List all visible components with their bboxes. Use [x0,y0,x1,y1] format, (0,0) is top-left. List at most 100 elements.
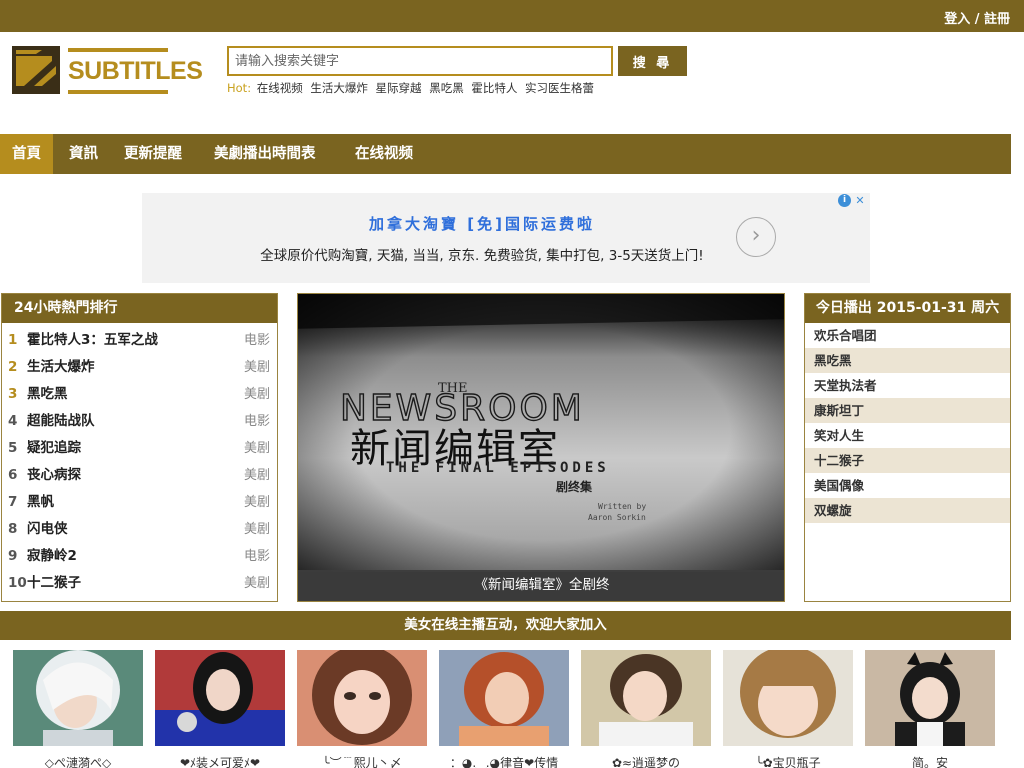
today-item[interactable]: 黑吃黑 [805,348,1010,373]
rank-number: 9 [8,548,18,564]
rank-title[interactable]: 黑帆 [27,489,54,516]
poster-title-text: NEWSROOM [340,388,585,429]
today-title: 今日播出 2015-01-31 周六 [805,294,1010,323]
host-card[interactable]: ❤ﾒ装メ可爱ﾒ❤ [155,650,285,768]
nav-item-updates[interactable]: 更新提醒 [112,134,194,174]
rank-title[interactable]: 霍比特人3：五军之战 [27,327,158,354]
rank-title[interactable]: 十二猴子 [27,570,81,597]
ranking-item[interactable]: 9 寂静岭2 电影 [2,543,277,570]
rank-type: 美剧 [243,360,270,375]
host-card[interactable]: ╰✿宝贝瓶子 [723,650,853,768]
live-hosts-list: ◇ぺ漣漪ぺ◇ ❤ﾒ装メ可爱ﾒ❤ ╰︶﹉熙儿丶〆 ：◕.‿.◕律音❤传情 ✿≈逍遥… [0,650,1011,768]
ad-description: 全球原价代购淘寶, 天猫, 当当, 京东. 免费验货, 集中打包, 3-5天送货… [260,248,704,264]
nav-item-news[interactable]: 資訊 [57,134,110,174]
host-avatar[interactable] [297,650,427,746]
today-item[interactable]: 美国偶像 [805,473,1010,498]
today-panel: 今日播出 2015-01-31 周六 欢乐合唱团 黑吃黑 天堂执法者 康斯坦丁 … [804,293,1011,602]
ranking-item[interactable]: 7 黑帆 美剧 [2,489,277,516]
host-card[interactable]: ◇ぺ漣漪ぺ◇ [13,650,143,768]
host-avatar[interactable] [13,650,143,746]
nav-item-schedule[interactable]: 美劇播出時間表 [202,134,328,174]
rank-type: 美剧 [243,387,270,402]
logo-text: SUBTITLES [68,48,203,94]
ranking-item[interactable]: 4 超能陆战队 电影 [2,408,277,435]
main-nav: 首頁 資訊 更新提醒 美劇播出時間表 在线视频 [0,134,1011,174]
hot-keyword[interactable]: 霍比特人 [471,81,517,95]
rank-title[interactable]: 生活大爆炸 [27,354,95,381]
hot-keyword[interactable]: 黑吃黑 [429,81,464,95]
ad-title[interactable]: 加拿大淘寶 [免]国际运费啦 [142,213,822,234]
rank-number: 10 [8,575,27,591]
rank-type: 美剧 [243,468,270,483]
ranking-item[interactable]: 5 疑犯追踪 美剧 [2,435,277,462]
host-name[interactable]: 简。安 [865,754,995,768]
rank-title[interactable]: 黑吃黑 [27,381,68,408]
poster-cn-sub-text: 剧终集 [556,479,593,494]
ranking-item[interactable]: 10 十二猴子 美剧 [2,570,277,597]
ranking-panel: 24小時熱門排行 1 霍比特人3：五军之战 电影 2 生活大爆炸 美剧 3 黑吃黑 美剧 4… [1,293,278,602]
hot-keyword[interactable]: 实习医生格蕾 [525,81,594,95]
rank-title[interactable]: 超能陆战队 [27,408,95,435]
search-input[interactable] [227,46,613,76]
host-name[interactable]: ✿≈逍遥梦の [581,754,711,768]
top-bar: 登入 / 註冊 [0,0,1024,32]
close-icon[interactable]: ✕ [853,194,867,208]
today-item[interactable]: 康斯坦丁 [805,398,1010,423]
host-name[interactable]: ◇ぺ漣漪ぺ◇ [13,754,143,768]
feature-poster-image[interactable]: THE NEWSROOM 新闻编辑室 THE FINAL EPISODES 剧终… [298,294,785,572]
rank-title[interactable]: 丧心病探 [27,462,81,489]
rank-number: 6 [8,467,18,483]
today-item[interactable]: 天堂执法者 [805,373,1010,398]
site-logo[interactable]: SUBTITLES [12,46,203,96]
rank-number: 7 [8,494,18,510]
nav-item-home[interactable]: 首頁 [0,134,53,174]
feature-caption[interactable]: 《新闻编辑室》全剧终 [298,570,784,601]
search-button[interactable]: 搜 尋 [618,46,687,76]
rank-number: 8 [8,521,18,537]
login-register-link[interactable]: 登入 / 註冊 [944,8,1010,27]
rank-title[interactable]: 闪电侠 [27,516,68,543]
rank-number: 1 [8,332,18,348]
host-name[interactable]: ❤ﾒ装メ可爱ﾒ❤ [155,754,285,768]
rank-title[interactable]: 疑犯追踪 [27,435,81,462]
ranking-item[interactable]: 1 霍比特人3：五军之战 电影 [2,327,277,354]
ranking-item[interactable]: 2 生活大爆炸 美剧 [2,354,277,381]
ad-banner[interactable]: 加拿大淘寶 [免]国际运费啦 全球原价代购淘寶, 天猫, 当当, 京东. 免费验… [142,193,870,283]
ranking-item[interactable]: 3 黑吃黑 美剧 [2,381,277,408]
today-item[interactable]: 十二猴子 [805,448,1010,473]
host-card[interactable]: 简。安 [865,650,995,768]
rank-title[interactable]: 寂静岭2 [27,543,77,570]
host-name[interactable]: ：◕.‿.◕律音❤传情 [439,754,569,768]
ranking-item[interactable]: 8 闪电侠 美剧 [2,516,277,543]
chevron-right-icon[interactable]: › [736,217,776,257]
today-item[interactable]: 欢乐合唱团 [805,323,1010,348]
nav-item-online-video[interactable]: 在线视频 [343,134,425,174]
host-avatar[interactable] [723,650,853,746]
hot-keyword[interactable]: 星际穿越 [376,81,422,95]
rank-type: 电影 [243,549,270,564]
hot-keyword[interactable]: 生活大爆炸 [310,81,368,95]
host-avatar[interactable] [439,650,569,746]
rank-type: 美剧 [243,441,270,456]
info-icon[interactable]: i [838,194,851,207]
host-avatar[interactable] [155,650,285,746]
poster-written-text: Written by [598,502,646,511]
rank-type: 电影 [243,333,270,348]
rank-type: 电影 [243,414,270,429]
host-name[interactable]: ╰✿宝贝瓶子 [723,754,853,768]
hot-keyword[interactable]: 在线视频 [257,81,303,95]
ranking-title: 24小時熱門排行 [2,294,277,323]
host-name[interactable]: ╰︶﹉熙儿丶〆 [297,754,427,768]
rank-number: 3 [8,386,18,402]
today-item[interactable]: 笑对人生 [805,423,1010,448]
feature-slide[interactable]: THE NEWSROOM 新闻编辑室 THE FINAL EPISODES 剧终… [297,293,785,602]
ranking-item[interactable]: 6 丧心病探 美剧 [2,462,277,489]
host-card[interactable]: ╰︶﹉熙儿丶〆 [297,650,427,768]
host-card[interactable]: ：◕.‿.◕律音❤传情 [439,650,569,768]
poster-author-text: Aaron Sorkin [588,513,646,522]
live-hosts-title[interactable]: 美女在线主播互动，欢迎大家加入 [0,611,1011,640]
today-item[interactable]: 双螺旋 [805,498,1010,523]
host-avatar[interactable] [865,650,995,746]
host-card[interactable]: ✿≈逍遥梦の [581,650,711,768]
host-avatar[interactable] [581,650,711,746]
